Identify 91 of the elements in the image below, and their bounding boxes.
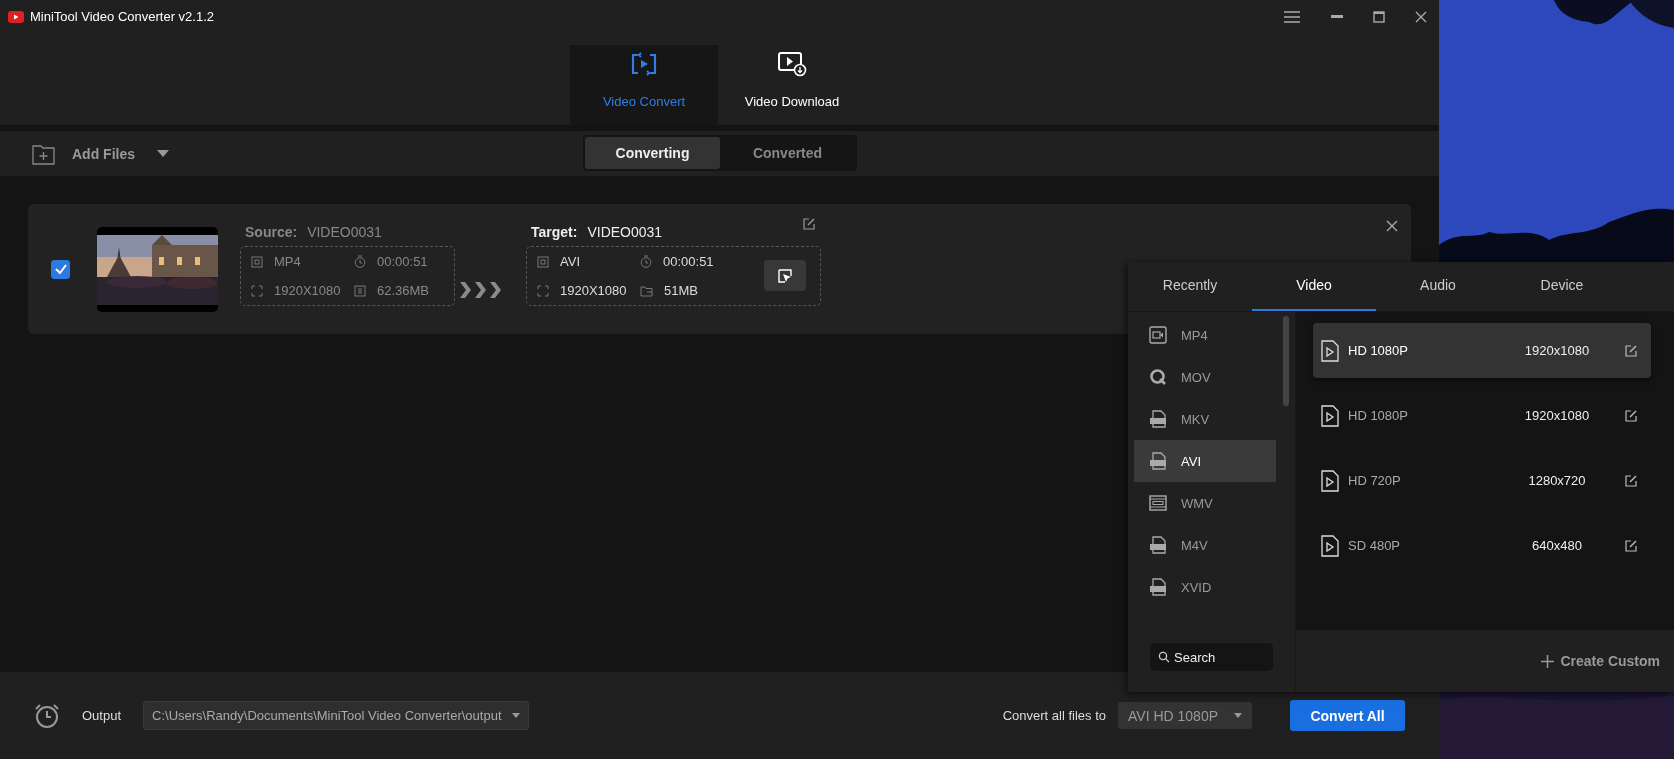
folder-icon [640,284,653,297]
resize-icon [251,284,263,297]
format-category-tab[interactable]: Device [1500,262,1624,311]
preset-resolution: 1280x720 [1527,473,1587,488]
menu-icon[interactable] [1283,10,1301,24]
status-tab[interactable]: Converted [720,137,855,169]
resize-icon [537,284,549,297]
convert-icon [629,51,659,77]
file-side-label: Source: [245,224,298,240]
format-category-tab[interactable]: Recently [1128,262,1252,311]
preset-resolution: 1920x1080 [1523,343,1591,358]
file-side-label: Target: [531,224,578,240]
edit-icon[interactable] [1625,409,1637,422]
chevrons-icon [460,282,504,298]
file-name: VIDEO0031 [587,224,663,240]
format-item[interactable]: MOV [1134,356,1276,398]
size-value: 51MB [664,283,698,298]
edit-icon[interactable] [1625,474,1637,487]
format-category-tab[interactable]: Audio [1376,262,1500,311]
preset-name: HD 1080P [1348,343,1409,358]
create-custom-button[interactable]: Create Custom [1541,653,1660,669]
convert-all-button[interactable]: Convert All [1290,700,1405,731]
video-file-icon [1321,534,1339,557]
file-box-icon [1148,535,1168,555]
maximize-icon[interactable] [1373,11,1385,23]
minimize-icon[interactable] [1331,15,1343,19]
target-format-button[interactable] [764,260,806,291]
main-tab[interactable]: Video Convert [570,45,718,125]
preset-row[interactable]: HD 1080P 1920x1080 [1313,388,1651,443]
caret-icon [512,713,521,718]
video-file-icon [1321,339,1339,362]
stopwatch-icon [640,255,652,268]
output-label: Output [82,708,122,723]
format-item[interactable]: WMV [1134,482,1276,524]
file-box-icon [1148,451,1168,471]
preset-name: SD 480P [1348,538,1402,553]
dropdown-caret-icon[interactable] [157,150,169,157]
edit-icon[interactable] [803,218,815,230]
format-icon [251,255,263,268]
format-value: AVI [560,254,580,269]
search-field[interactable]: Search [1150,643,1273,671]
resolution-value: 1920X1080 [560,283,627,298]
format-item[interactable]: MP4 [1134,314,1276,356]
file-box-icon [1148,577,1168,597]
add-files-button[interactable]: Add Files [32,142,135,165]
cursor-icon [777,267,793,284]
close-icon[interactable] [1386,220,1398,232]
format-icon [537,255,549,268]
edit-icon[interactable] [1625,344,1637,357]
app-logo-icon [8,11,24,23]
preset-name: HD 1080P [1348,408,1409,423]
search-icon [1158,651,1170,663]
alarm-clock-icon[interactable] [34,702,60,729]
format-value: MP4 [274,254,301,269]
file-name: VIDEO0031 [307,224,382,240]
resolution-value: 1920X1080 [274,283,341,298]
close-icon[interactable] [1415,11,1427,23]
size-value: 62.36MB [377,283,430,298]
caret-icon [1234,713,1242,718]
add-folder-icon [32,142,56,165]
file-checkbox[interactable] [51,259,70,279]
plus-icon [1541,654,1555,668]
format-item[interactable]: AVI [1134,440,1276,482]
preset-row[interactable]: SD 480P 640x480 [1313,518,1651,573]
duration-value: 00:00:51 [663,254,714,269]
preset-row[interactable]: HD 720P 1280x720 [1313,453,1651,508]
film-strip-icon [1148,493,1168,513]
output-path-dropdown[interactable]: C:\Users\Randy\Documents\MiniTool Video Converter\output [143,701,530,730]
video-file-icon [1321,469,1339,492]
camera-file-icon [1148,325,1168,345]
q-icon [1148,367,1168,387]
target-format-dropdown[interactable]: AVI HD 1080P [1118,702,1252,729]
video-download-icon [777,51,807,77]
stopwatch-icon [354,255,366,268]
window-title: MiniTool Video Converter v2.1.2 [30,9,215,24]
convert-all-label: Convert all files to [1002,708,1106,723]
format-item[interactable]: XVID [1134,566,1276,608]
file-size-icon [354,284,366,297]
format-item[interactable]: M4V [1134,524,1276,566]
preset-name: HD 720P [1348,473,1402,488]
file-box-icon [1148,409,1168,429]
main-tab[interactable]: Video Download [718,45,866,125]
scrollbar[interactable] [1283,316,1289,406]
video-file-icon [1321,404,1339,427]
format-item[interactable]: MKV [1134,398,1276,440]
edit-icon[interactable] [1625,539,1637,552]
preset-resolution: 640x480 [1531,538,1583,553]
status-tab[interactable]: Converting [585,137,720,169]
preset-resolution: 1920x1080 [1523,408,1591,423]
duration-value: 00:00:51 [377,254,428,269]
preset-row[interactable]: HD 1080P 1920x1080 [1313,323,1651,378]
